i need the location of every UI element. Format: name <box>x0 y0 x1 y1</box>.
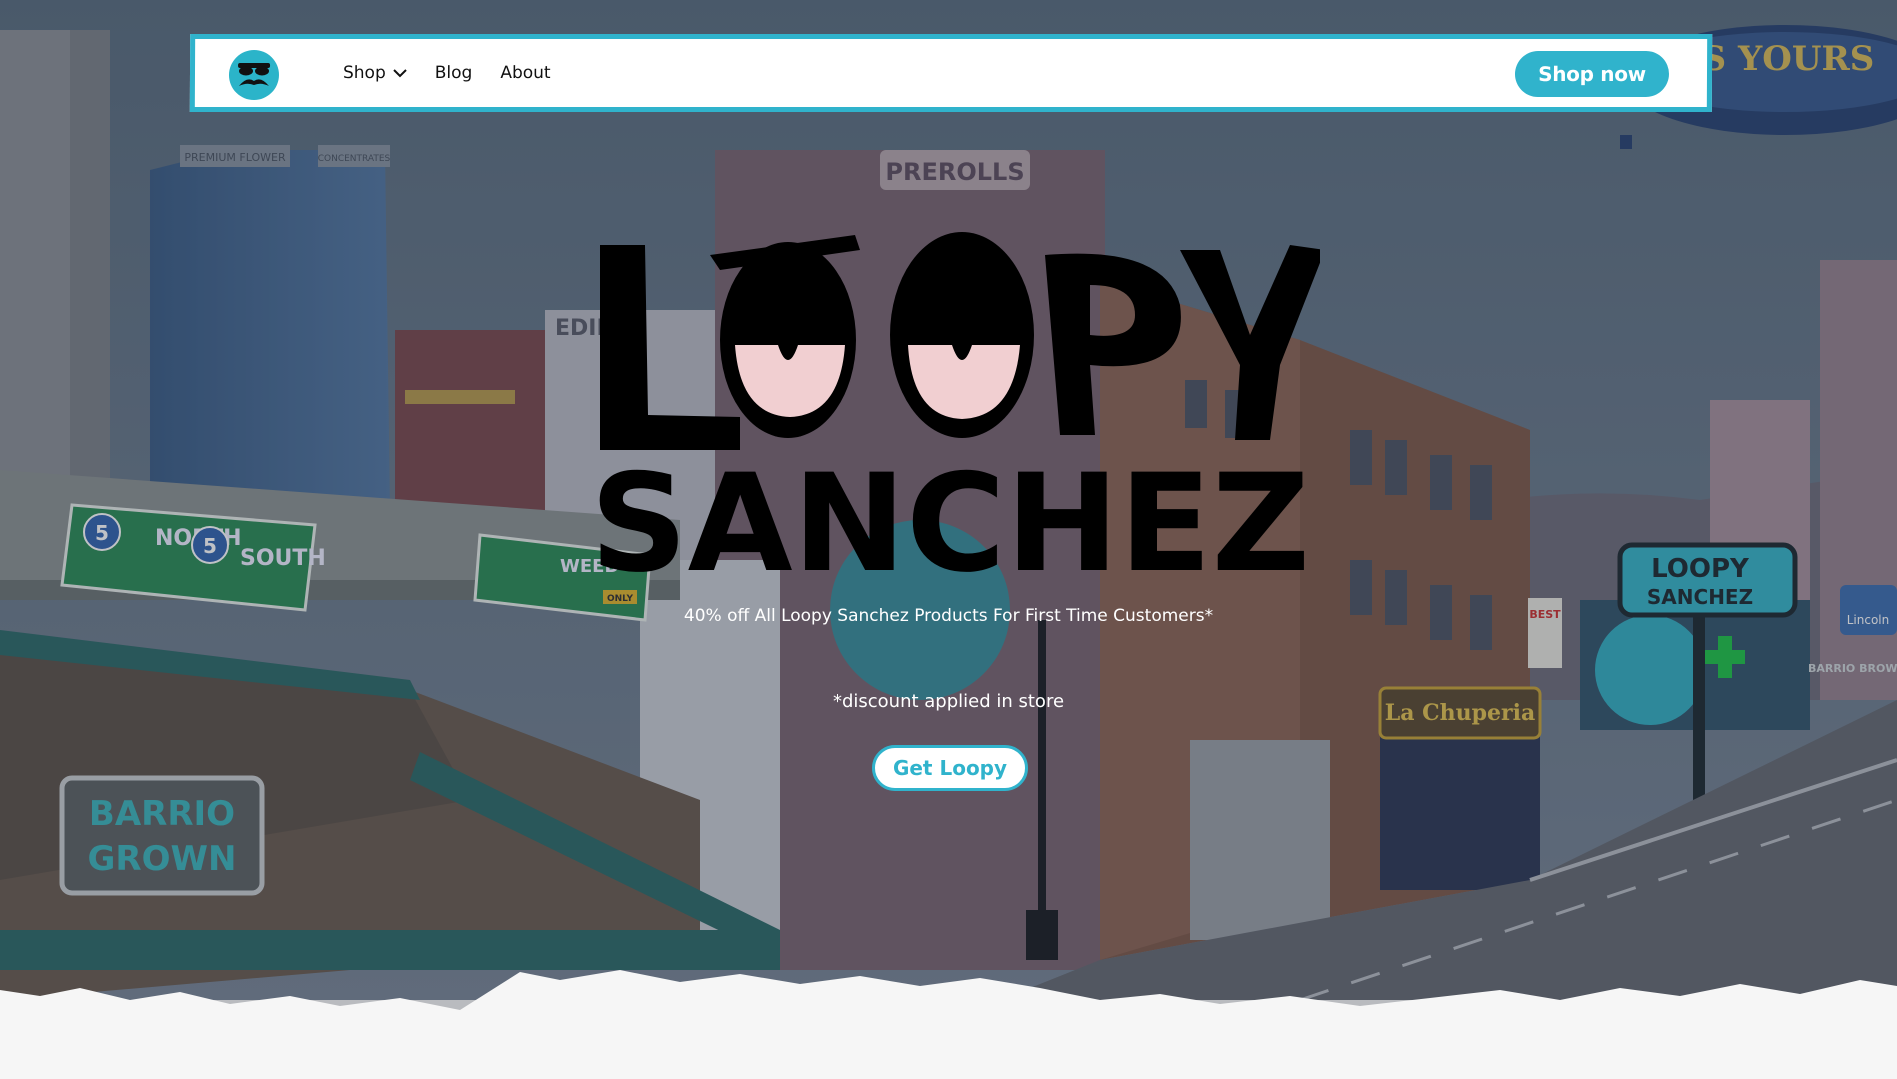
nav-about-label: About <box>500 63 551 83</box>
nav-links: Shop Blog About <box>343 39 551 107</box>
chevron-down-icon <box>393 69 407 78</box>
nav-shop-label: Shop <box>342 63 386 83</box>
logo-icon[interactable] <box>228 50 280 100</box>
promo-tagline: 40% off All Loopy Sanchez Products For F… <box>683 606 1214 626</box>
hero-logo-title: LOOPY SANCHEZ <box>590 232 1320 585</box>
get-loopy-button[interactable]: Get Loopy <box>872 745 1028 791</box>
nav-blog[interactable]: Blog <box>435 63 473 83</box>
shop-now-button[interactable]: Shop now <box>1514 51 1670 97</box>
nav-shop[interactable]: Shop <box>343 63 407 83</box>
top-navbar: Shop Blog About Shop now <box>189 34 1713 112</box>
nav-about[interactable]: About <box>500 63 550 83</box>
discount-disclaimer: *discount applied in store <box>832 691 1065 712</box>
torn-paper-divider <box>0 970 1897 1079</box>
nav-blog-label: Blog <box>434 63 473 83</box>
loopy-mustache-logo-icon <box>238 63 271 86</box>
hero-title-line2: SANCHEZ <box>590 445 1310 585</box>
